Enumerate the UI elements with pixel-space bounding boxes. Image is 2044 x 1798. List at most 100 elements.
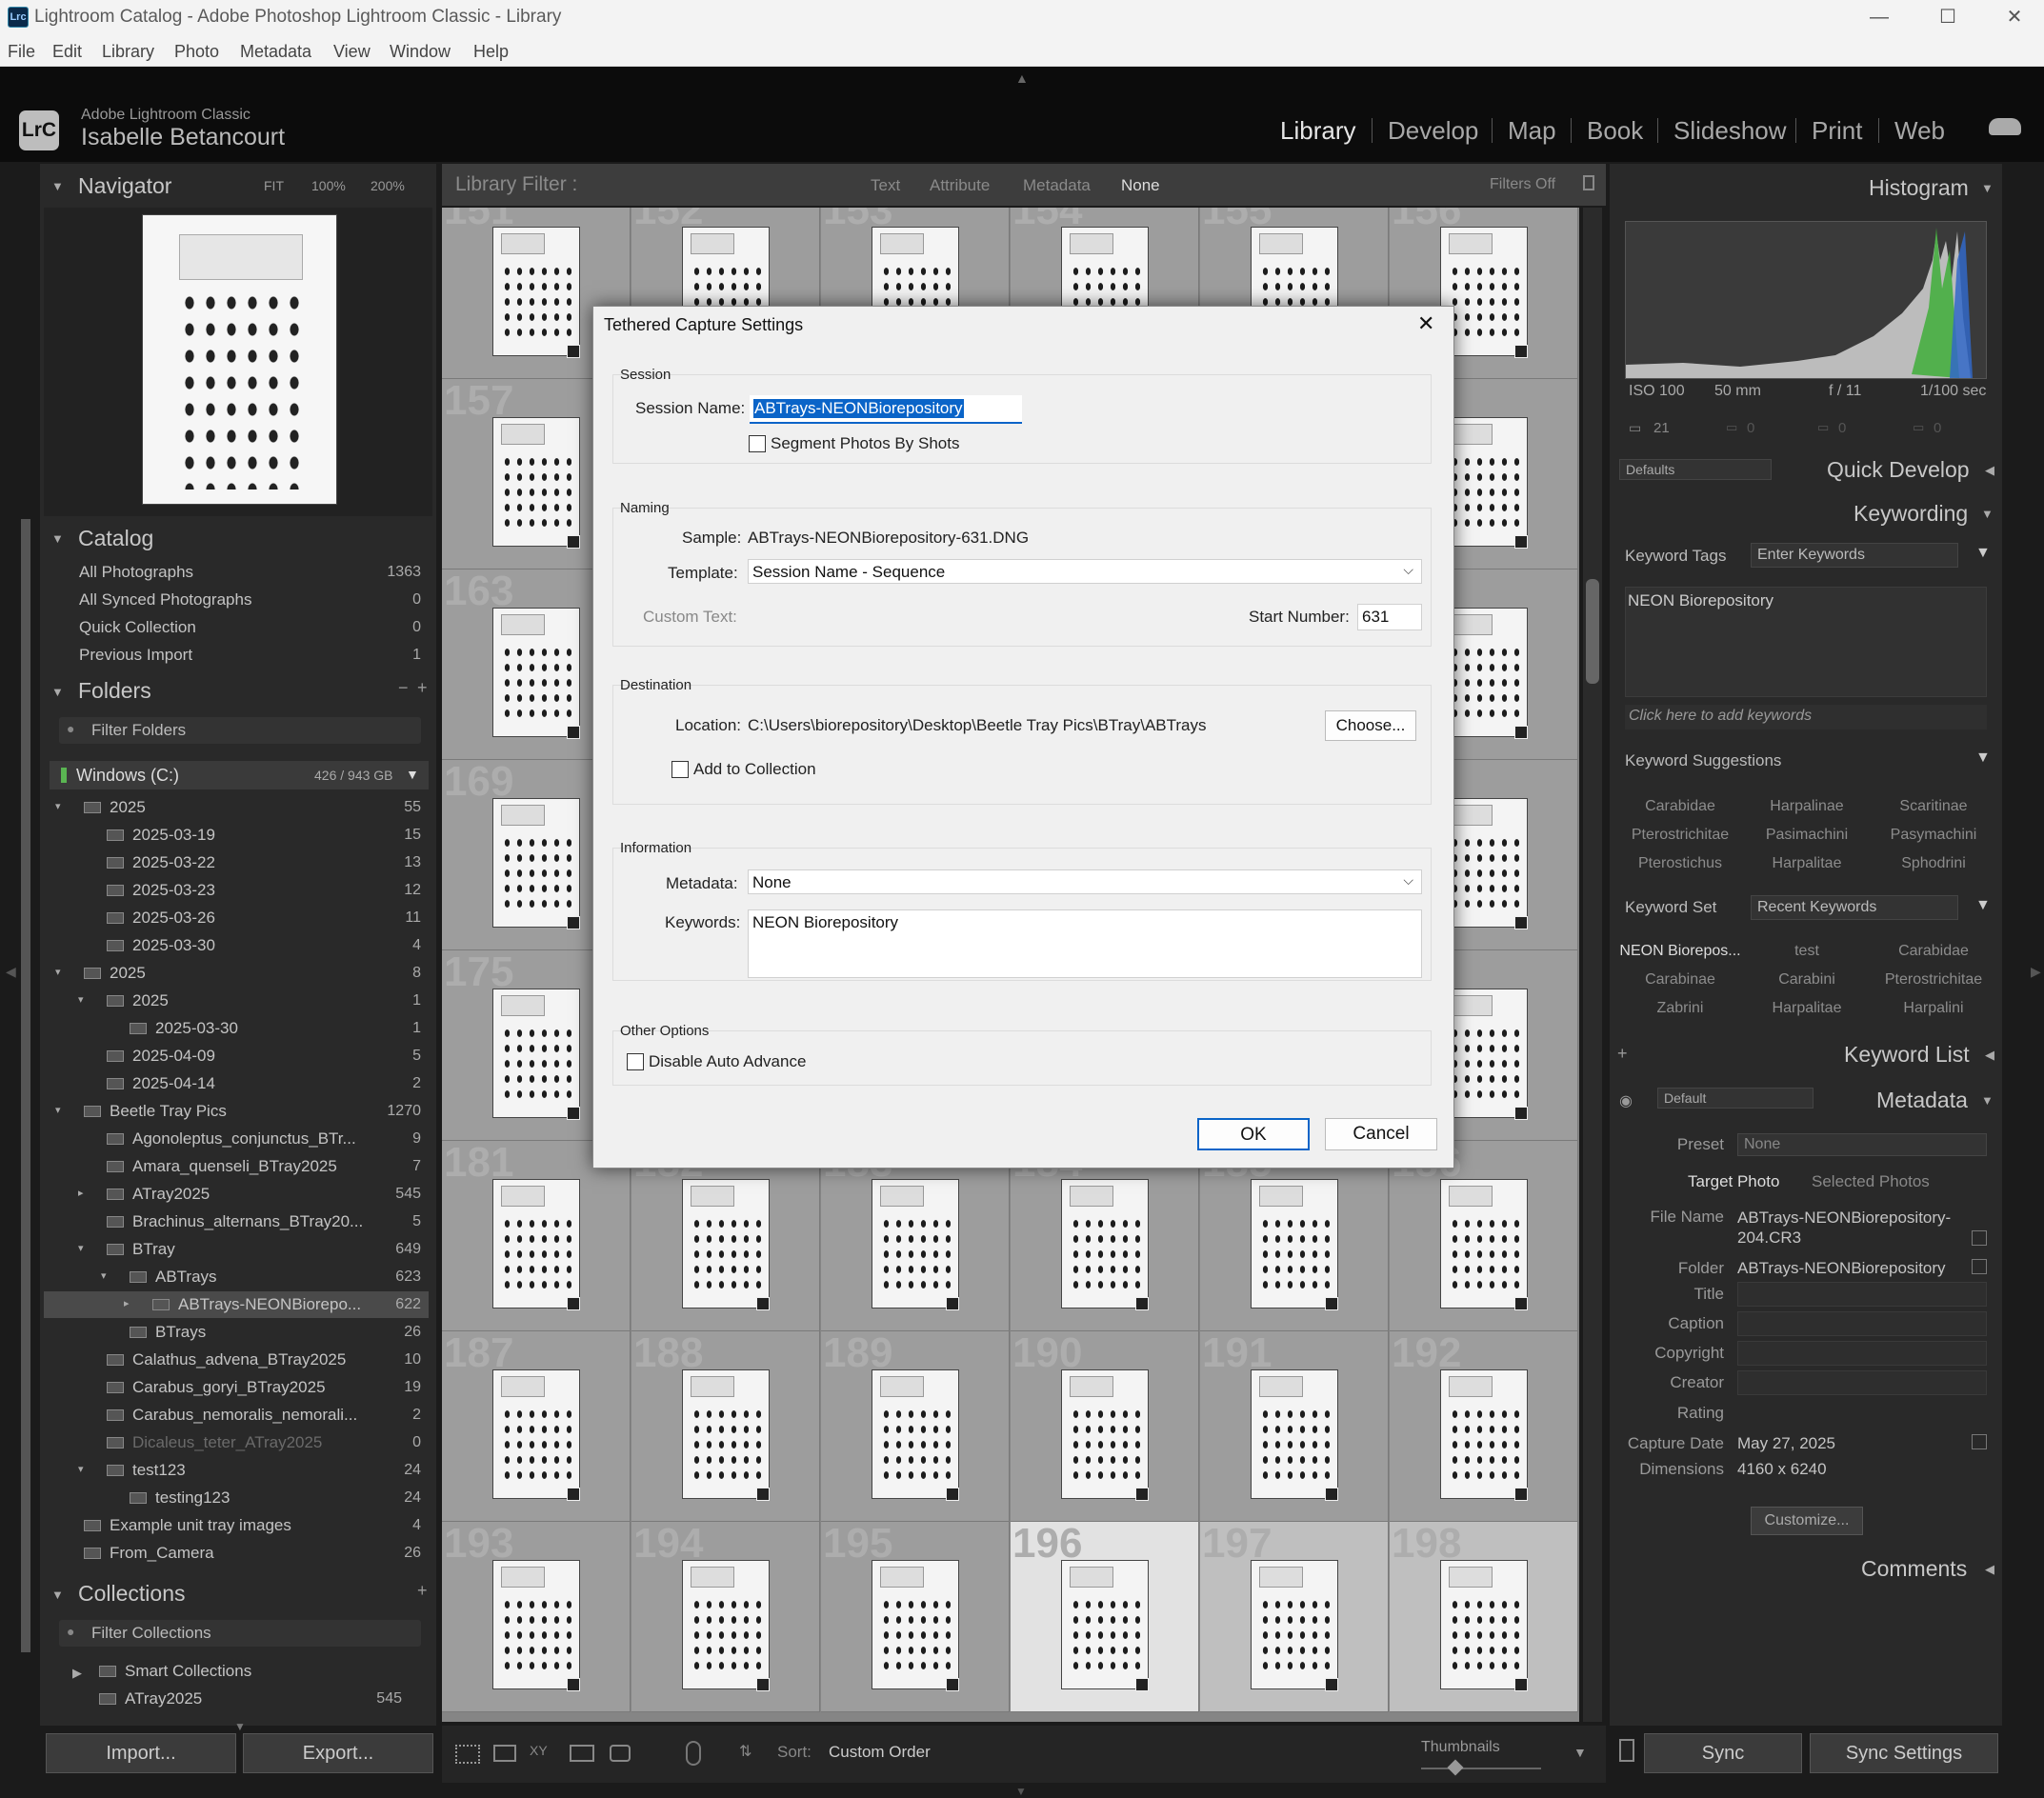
photo-thumbnail[interactable]	[492, 1369, 580, 1499]
nav-zoom-200[interactable]: 200%	[371, 178, 405, 193]
metadata-badge-icon[interactable]	[946, 1488, 959, 1501]
collapse-icon[interactable]: ▾	[55, 1104, 61, 1116]
module-print[interactable]: Print	[1812, 116, 1862, 146]
folder-item[interactable]: Beetle Tray Pics	[110, 1102, 227, 1121]
navigator-image[interactable]	[142, 214, 337, 505]
toolbar-menu-icon[interactable]: ▼	[1573, 1745, 1587, 1760]
keyword-set-item[interactable]: Zabrini	[1619, 1000, 1741, 1017]
thumbnail-slider-handle[interactable]	[1447, 1759, 1464, 1776]
session-name-input[interactable]: ABTrays-NEONBiorepository	[750, 395, 1022, 424]
painter-icon[interactable]	[686, 1741, 701, 1766]
grid-cell[interactable]: 185	[1200, 1139, 1389, 1331]
catalog-item[interactable]: All Photographs	[79, 563, 193, 582]
filter-none[interactable]: None	[1121, 176, 1160, 195]
folder-item[interactable]: BTrays	[155, 1323, 206, 1342]
photo-thumbnail[interactable]	[682, 1179, 770, 1309]
metadata-badge-icon[interactable]	[756, 1297, 770, 1310]
keyword-suggestion[interactable]: Pterostrichitae	[1619, 827, 1741, 844]
metadata-badge-icon[interactable]	[946, 1297, 959, 1310]
metadata-badge-icon[interactable]	[946, 1678, 959, 1691]
keyword-suggestion[interactable]: Harpalinae	[1746, 798, 1868, 815]
customize-button[interactable]: Customize...	[1751, 1507, 1863, 1535]
top-panel-toggle-icon[interactable]: ▲	[1015, 70, 1029, 86]
cancel-button[interactable]: Cancel	[1325, 1118, 1437, 1150]
catalog-item[interactable]: Previous Import	[79, 646, 192, 665]
metadata-badge-icon[interactable]	[567, 1297, 580, 1310]
auto-advance-checkbox[interactable]	[627, 1053, 644, 1070]
keyword-tags-menu-icon[interactable]: ▼	[1975, 545, 1991, 562]
grid-cell[interactable]: 196	[1011, 1520, 1199, 1712]
people-view-icon[interactable]	[610, 1745, 631, 1762]
grid-cell[interactable]: 189	[821, 1329, 1010, 1522]
expand-icon[interactable]: ▸	[78, 1187, 84, 1199]
sort-direction-icon[interactable]: ⇅	[739, 1742, 751, 1761]
sync-settings-button[interactable]: Sync Settings	[1810, 1733, 1998, 1773]
metadata-badge-icon[interactable]	[567, 726, 580, 739]
photo-thumbnail[interactable]	[1061, 1369, 1149, 1499]
folder-item[interactable]: Dicaleus_teter_ATray2025	[132, 1433, 322, 1452]
filter-metadata[interactable]: Metadata	[1023, 176, 1091, 195]
folders-header[interactable]: Folders	[78, 678, 151, 704]
keywords-textarea[interactable]: NEON Biorepository	[748, 909, 1422, 978]
metadata-badge-icon[interactable]	[1135, 1488, 1149, 1501]
grid-cell[interactable]: 192	[1390, 1329, 1578, 1522]
folder-item[interactable]: 2025-03-26	[132, 909, 215, 928]
folder-item[interactable]: 2025	[110, 798, 146, 817]
add-folder-icon[interactable]: +	[417, 678, 428, 698]
bottom-panel-toggle-icon[interactable]: ▼	[1015, 1785, 1027, 1798]
metadata-header[interactable]: Metadata	[1876, 1088, 2027, 1113]
photo-thumbnail[interactable]	[492, 227, 580, 356]
folder-item[interactable]: 2025	[110, 964, 146, 983]
grid-cell[interactable]: 190	[1011, 1329, 1199, 1522]
folder-item[interactable]: 2025-04-14	[132, 1074, 215, 1093]
folder-item[interactable]: 2025-03-30	[155, 1019, 238, 1038]
capture-date-value[interactable]: May 27, 2025	[1737, 1434, 1835, 1453]
folder-item[interactable]: testing123	[155, 1488, 230, 1508]
grid-cell[interactable]: 181	[442, 1139, 631, 1331]
photo-thumbnail[interactable]	[492, 1560, 580, 1689]
grid-cell[interactable]: 195	[821, 1520, 1010, 1712]
collapse-icon[interactable]: ▾	[78, 993, 84, 1006]
metadata-badge-icon[interactable]	[1514, 1297, 1528, 1310]
metadata-badge-icon[interactable]	[1514, 1488, 1528, 1501]
collapse-icon[interactable]: ▾	[101, 1269, 107, 1282]
filter-attribute[interactable]: Attribute	[930, 176, 990, 195]
collapse-icon[interactable]: ▼	[51, 531, 64, 546]
metadata-badge-icon[interactable]	[567, 1488, 580, 1501]
metadata-badge-icon[interactable]	[567, 1678, 580, 1691]
collapse-icon[interactable]: ▾	[78, 1463, 84, 1475]
quick-develop-preset[interactable]: Defaults	[1619, 459, 1772, 480]
histogram-header[interactable]: Histogram	[1869, 175, 2027, 201]
sync-button[interactable]: Sync	[1644, 1733, 1802, 1773]
metadata-badge-icon[interactable]	[1514, 726, 1528, 739]
quick-develop-header[interactable]: Quick Develop	[1827, 457, 2027, 483]
photo-thumbnail[interactable]	[872, 1560, 959, 1689]
file-name-value[interactable]: ABTrays-NEONBiorepository-204.CR3	[1737, 1208, 1966, 1248]
keyword-tags-select[interactable]: Enter Keywords	[1751, 543, 1958, 568]
metadata-badge-icon[interactable]	[1135, 1297, 1149, 1310]
module-web[interactable]: Web	[1894, 116, 1945, 146]
catalog-item[interactable]: Quick Collection	[79, 618, 196, 637]
grid-view-icon[interactable]	[455, 1745, 480, 1764]
survey-view-icon[interactable]	[570, 1745, 594, 1762]
cloud-icon[interactable]	[1989, 118, 2021, 135]
expand-icon[interactable]: ▶	[72, 1666, 82, 1681]
metadata-badge-icon[interactable]	[567, 1107, 580, 1120]
expand-icon[interactable]: ◀	[1985, 1562, 1994, 1577]
keyword-suggestion[interactable]: Harpalitae	[1746, 855, 1868, 872]
file-list-icon[interactable]	[1972, 1230, 1987, 1246]
filter-collections-input[interactable]: ● Filter Collections	[59, 1620, 421, 1647]
grid-cell[interactable]: 194	[631, 1520, 820, 1712]
folder-item[interactable]: ABTrays-NEONBiorepo...	[178, 1295, 361, 1314]
collections-header[interactable]: Collections	[78, 1581, 186, 1607]
grid-cell[interactable]: 198	[1390, 1520, 1578, 1712]
keywording-header[interactable]: Keywording	[1854, 501, 2027, 527]
choose-button[interactable]: Choose...	[1325, 710, 1416, 741]
collapse-icon[interactable]: ▼	[51, 685, 64, 699]
photo-thumbnail[interactable]	[492, 608, 580, 737]
keyword-suggestion[interactable]: Scaritinae	[1873, 798, 1994, 815]
grid-cell[interactable]: 191	[1200, 1329, 1389, 1522]
photo-thumbnail[interactable]	[492, 989, 580, 1118]
keyword-tags-area[interactable]: NEON Biorepository	[1625, 587, 1987, 697]
eye-icon[interactable]: ◉	[1619, 1091, 1633, 1110]
